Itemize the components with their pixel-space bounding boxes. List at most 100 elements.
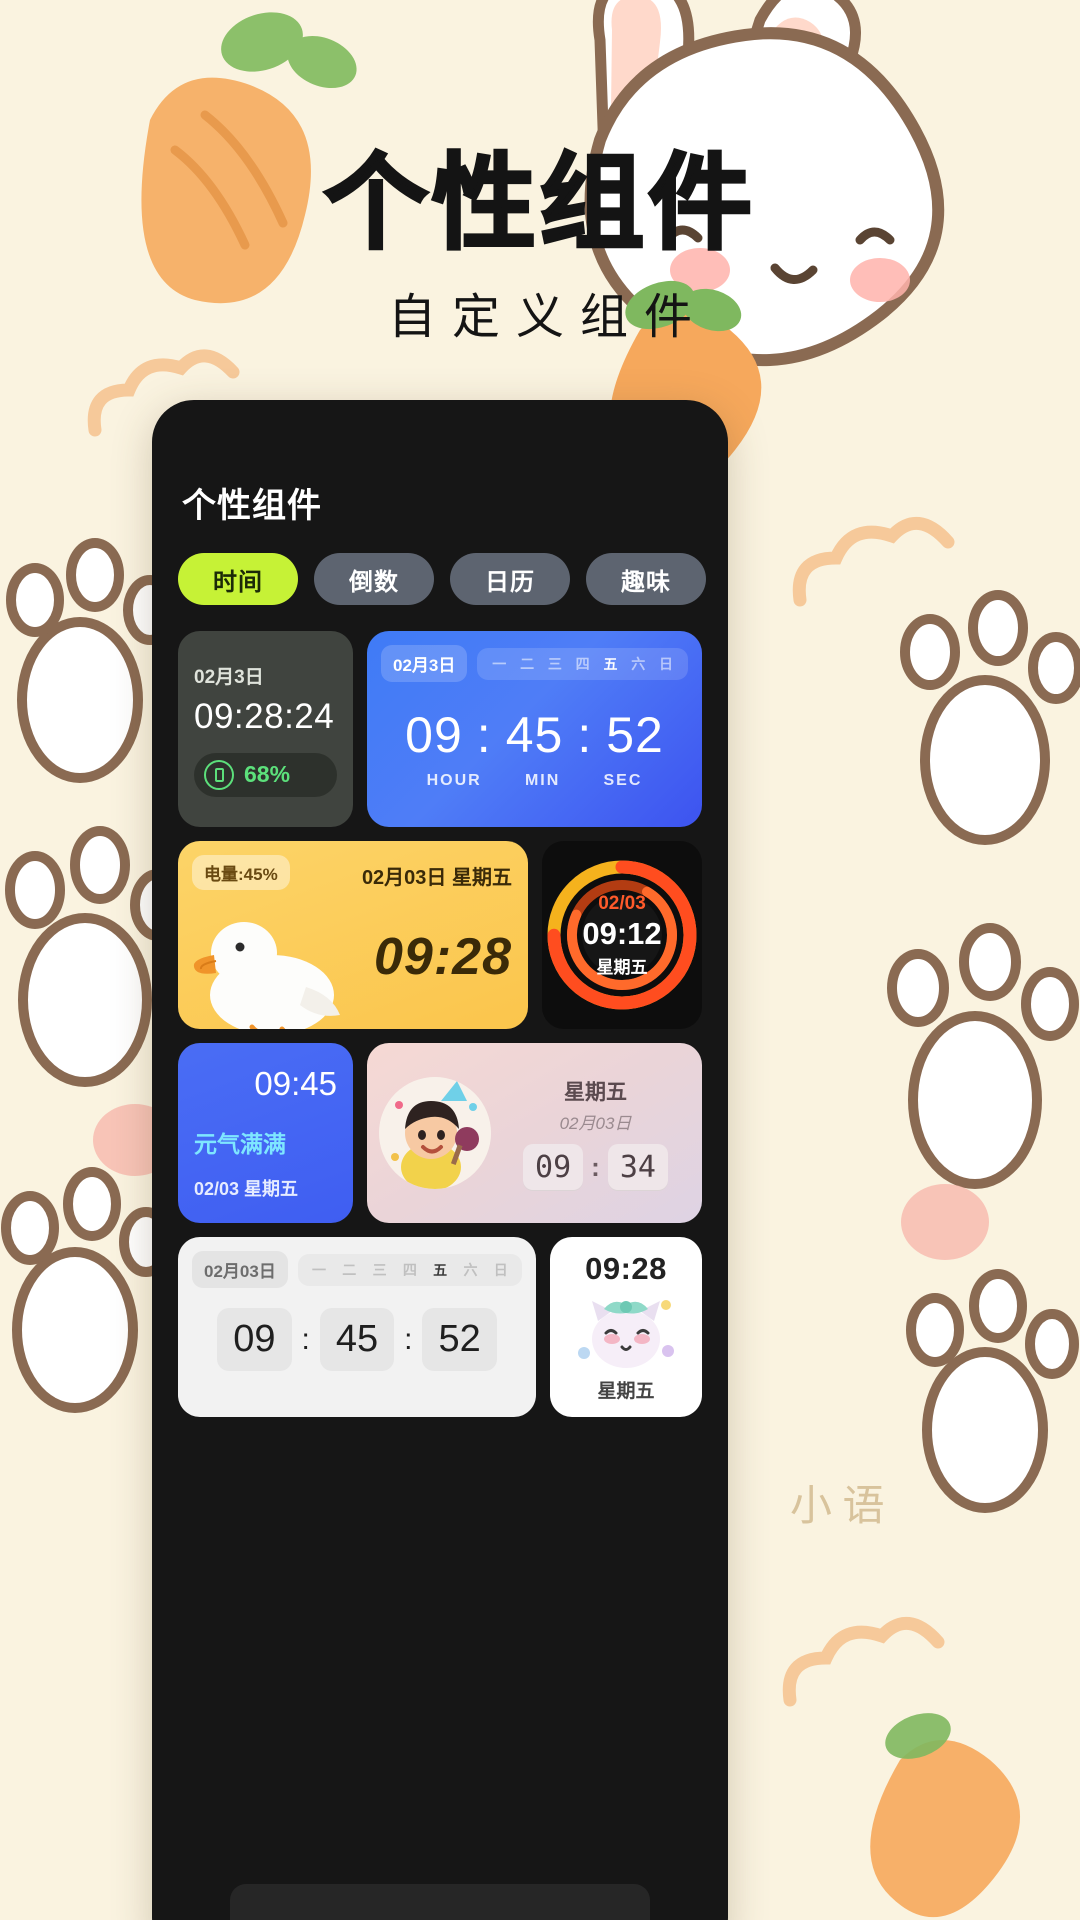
weekday-tue: 二 (342, 1261, 357, 1278)
minute-value: 45 (505, 707, 564, 763)
tab-label: 时间 (213, 568, 263, 596)
weekday-fri: 五 (603, 655, 618, 672)
tab-fun[interactable]: 趣味 (586, 553, 706, 605)
pink-blush-right (901, 1184, 989, 1260)
label-hour: HOUR (426, 772, 482, 789)
weekday-mon: 一 (311, 1261, 326, 1278)
tab-calendar[interactable]: 日历 (450, 553, 570, 605)
widget-row-4: 02月03日 一 二 三 四 五 六 日 09 : 45 : 52 09:28 … (178, 1237, 702, 1417)
label-sec: SEC (603, 772, 643, 789)
unit-labels: HOUR MIN SEC (381, 772, 688, 790)
weekday-row: 一 二 三 四 五 六 日 (297, 1253, 522, 1286)
weekday-wed: 三 (547, 655, 562, 672)
second-value: 52 (422, 1308, 497, 1371)
battery-chip: 电量:45% (192, 855, 290, 890)
widget-white-flip[interactable]: 02月03日 一 二 三 四 五 六 日 09 : 45 : 52 (178, 1237, 536, 1417)
widget-duck-clock[interactable]: 电量:45% 02月03日 星期五 09:28 (178, 841, 528, 1029)
tab-countdown[interactable]: 倒数 (314, 553, 434, 605)
minute-value: 34 (607, 1143, 668, 1191)
widget-grid: 02月3日 09:28:24 68% 02月3日 一 二 三 四 五 六 日 0… (174, 631, 706, 1417)
battery-ring-icon (204, 759, 234, 790)
tab-label: 倒数 (349, 568, 399, 596)
page-subtitle: 自定义组件 (387, 291, 708, 345)
widget-time: 09:28:24 (194, 696, 335, 736)
flip-clock: 09 : 34 (501, 1143, 690, 1191)
page-title: 个性组件 (322, 146, 756, 262)
weekday-sun: 日 (659, 655, 674, 672)
flip-clock: 09 : 45 : 52 (192, 1308, 522, 1371)
widget-weekday: 星期五 (597, 1381, 655, 1402)
weekday-mon: 一 (492, 655, 507, 672)
widget-header: 02月03日 一 二 三 四 五 六 日 (192, 1251, 522, 1288)
hour-value: 09 (405, 707, 463, 763)
widget-date-pill: 02月03日 (192, 1251, 288, 1288)
widget-row-2: 电量:45% 02月03日 星期五 09:28 02/03 09:12 星期五 (178, 841, 702, 1029)
widget-dark-clock[interactable]: 02月3日 09:28:24 68% (178, 631, 353, 827)
battery-percent: 68% (244, 761, 291, 787)
widget-blue-slogan[interactable]: 09:45 元气满满 02/03 星期五 (178, 1043, 353, 1223)
tab-label: 日历 (485, 568, 535, 596)
hero-section: 个性组件 自定义组件 (0, 0, 1080, 347)
minute-value: 45 (319, 1308, 395, 1371)
widget-cat-clock[interactable]: 09:28 星期五 (550, 1237, 702, 1417)
colon: : (591, 1151, 600, 1182)
weekday-thu: 四 (575, 655, 590, 672)
widget-date: 02/03 星期五 (194, 1179, 299, 1199)
battery-indicator: 68% (194, 752, 337, 797)
widget-header: 02月3日 一 二 三 四 五 六 日 (381, 645, 688, 682)
paw-print-right-3 (906, 1269, 1079, 1513)
widget-time: 09 : 45 : 52 (381, 706, 688, 764)
widget-weekday: 星期五 (596, 957, 648, 977)
widget-blue-hms[interactable]: 02月3日 一 二 三 四 五 六 日 09 : 45 : 52 HOUR MI… (367, 631, 702, 827)
phone-mockup: 个性组件 时间 倒数 日历 趣味 02月3日 09:28:24 68% 02月3… (152, 400, 728, 1920)
paw-print-right-1 (900, 590, 1080, 845)
widget-date: 02月03日 星期五 (361, 867, 512, 889)
widget-slogan: 元气满满 (194, 1131, 286, 1157)
cat-illustration (578, 1299, 674, 1368)
colon-1: : (476, 707, 492, 763)
weekday-row: 一 二 三 四 五 六 日 (477, 647, 688, 680)
hour-value: 09 (217, 1308, 292, 1371)
weekday-sat: 六 (631, 655, 646, 672)
weekday-tue: 二 (520, 655, 535, 672)
widget-date-pill: 02月3日 (381, 645, 468, 682)
widget-pink-flip[interactable]: 星期五 02月03日 09 : 34 (367, 1043, 702, 1223)
decor-text-bottom: 小 语 (790, 1484, 885, 1530)
cloud-outline-right (792, 516, 955, 607)
weekday-fri: 五 (433, 1261, 448, 1278)
avatar (379, 1077, 491, 1189)
weekday-sat: 六 (463, 1261, 478, 1278)
carrot-icon-bottom-right (870, 1713, 1021, 1918)
weekday-wed: 三 (372, 1261, 387, 1278)
hour-value: 09 (523, 1143, 584, 1191)
weekday-thu: 四 (402, 1261, 417, 1278)
widget-time: 09:45 (254, 1065, 337, 1102)
ring-center-text: 02/03 09:12 星期五 (582, 893, 661, 978)
cloud-outline-bottom (782, 1616, 945, 1707)
widget-row-3: 09:45 元气满满 02/03 星期五 星期五 02月03日 09: 34 (178, 1043, 702, 1223)
bottom-bar[interactable] (230, 1884, 650, 1920)
colon-2: : (577, 707, 593, 763)
widget-time: 09:12 (582, 915, 662, 951)
widget-weekday: 星期五 (564, 1080, 627, 1104)
label-min: MIN (524, 772, 561, 789)
tab-label: 趣味 (621, 568, 671, 596)
widget-date: 02月3日 (194, 666, 264, 688)
widget-ring-clock[interactable]: 02/03 09:12 星期五 (542, 841, 702, 1029)
tab-time[interactable]: 时间 (178, 553, 298, 605)
widget-time: 09:28 (585, 1251, 667, 1286)
party-girl-avatar (379, 1077, 491, 1189)
colon-1: : (301, 1322, 310, 1356)
paw-print-left-3 (1, 1167, 173, 1413)
app-title: 个性组件 (182, 487, 322, 525)
pink-right-panel: 星期五 02月03日 09 : 34 (501, 1076, 690, 1191)
widget-row-1: 02月3日 09:28:24 68% 02月3日 一 二 三 四 五 六 日 0… (178, 631, 702, 827)
widget-date: 02月03日 (559, 1113, 632, 1133)
widget-time: 09:28 (374, 928, 512, 986)
duck-illustration (193, 922, 340, 1029)
paw-print-right-2 (887, 923, 1079, 1189)
colon-2: : (404, 1322, 413, 1356)
widget-date: 02/03 (598, 892, 646, 914)
tab-bar: 时间 倒数 日历 趣味 (174, 553, 706, 605)
second-value: 52 (606, 707, 664, 763)
